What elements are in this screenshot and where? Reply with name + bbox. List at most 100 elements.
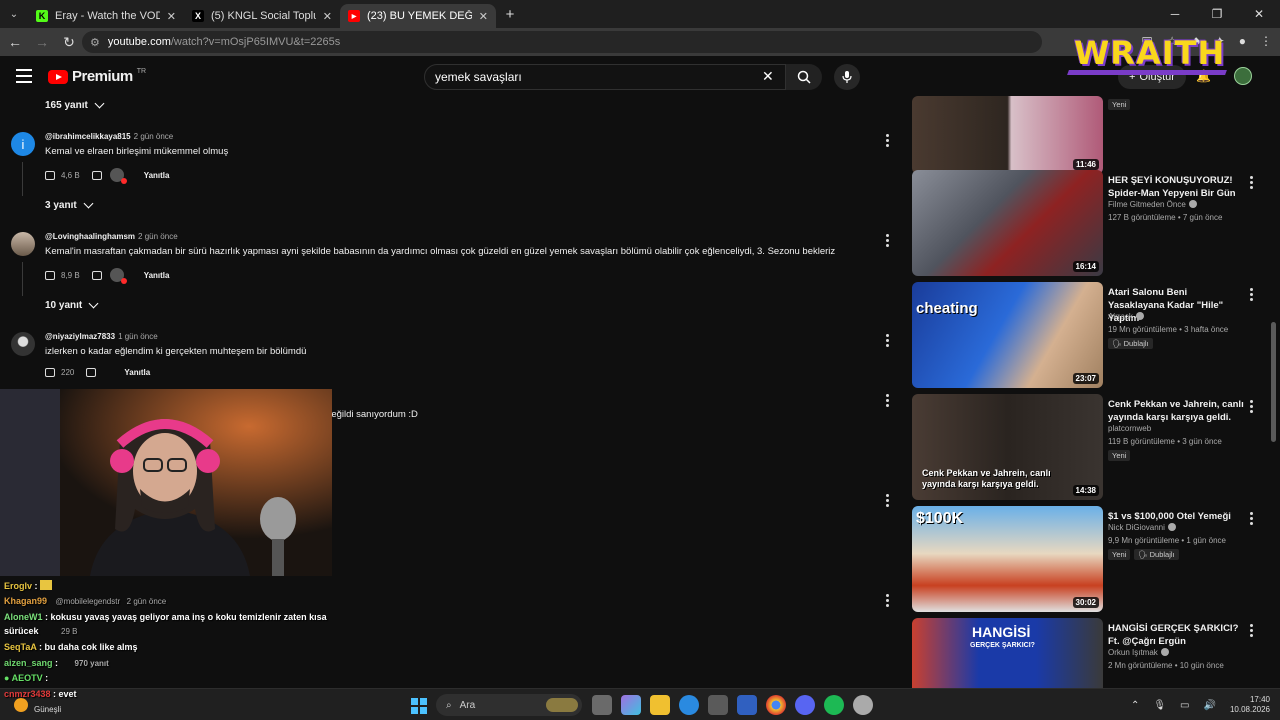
replies-toggle[interactable]: 165 yanıt bbox=[45, 98, 105, 111]
search-button[interactable] bbox=[786, 64, 822, 90]
search-input[interactable]: yemek savaşları bbox=[424, 64, 786, 90]
comment-menu-icon[interactable] bbox=[886, 134, 890, 149]
url-field[interactable]: ⚙ youtube.com/watch?v=mOsjP65IMVU&t=2265… bbox=[82, 31, 1042, 53]
tab-close-icon[interactable]: ✕ bbox=[323, 10, 332, 23]
comment-author[interactable]: @niyaziylmaz7833 bbox=[45, 332, 115, 341]
comment-menu-icon[interactable] bbox=[886, 334, 890, 349]
tab-close-icon[interactable]: ✕ bbox=[479, 10, 488, 23]
browser-tab[interactable]: K Eray - Watch the VOD on Kick ✕ bbox=[28, 4, 184, 28]
commenter-avatar[interactable]: i bbox=[11, 132, 35, 156]
comment-menu-icon[interactable] bbox=[886, 594, 889, 609]
browser-tab-active[interactable]: ▶ (23) BU YEMEK DEĞİL ADETA ŞÖ ✕ bbox=[340, 4, 496, 28]
youtube-play-icon bbox=[48, 69, 68, 84]
youtube-premium-logo[interactable]: Premium TR bbox=[48, 68, 146, 85]
comment-menu-icon[interactable] bbox=[886, 234, 890, 249]
reply-button[interactable]: Yanıtla bbox=[144, 271, 170, 280]
voice-search-button[interactable] bbox=[834, 64, 860, 90]
chat-user: cnmzr3438 bbox=[4, 689, 51, 699]
file-explorer-icon[interactable] bbox=[650, 695, 670, 715]
like-icon[interactable] bbox=[45, 170, 55, 180]
tab-title: Eray - Watch the VOD on Kick bbox=[55, 10, 160, 22]
replies-toggle[interactable]: 3 yanıt bbox=[45, 198, 94, 211]
reply-button[interactable]: Yanıtla bbox=[124, 368, 150, 377]
dislike-icon[interactable] bbox=[86, 368, 97, 377]
task-view-icon[interactable] bbox=[592, 695, 612, 715]
mail-icon[interactable] bbox=[737, 695, 757, 715]
microphone-tray-icon[interactable]: 🎙 bbox=[1153, 700, 1166, 711]
spotify-icon[interactable] bbox=[824, 695, 844, 715]
back-icon[interactable]: ← bbox=[3, 34, 27, 50]
hidden-comment-time: 2 gün önce bbox=[126, 597, 167, 606]
like-icon[interactable] bbox=[45, 270, 55, 280]
video-thumbnail[interactable]: Cenk Pekkan ve Jahrein, canlı yayında ka… bbox=[912, 394, 1103, 500]
like-icon[interactable] bbox=[45, 368, 55, 377]
tab-search-chevron-icon[interactable]: ⌄ bbox=[0, 0, 28, 28]
dislike-icon[interactable] bbox=[91, 170, 102, 180]
chrome-icon[interactable] bbox=[766, 695, 786, 715]
video-title[interactable]: HER ŞEYİ KONUŞUYORUZ! Spider-Man Yepyeni… bbox=[1108, 174, 1244, 200]
video-menu-icon[interactable] bbox=[1250, 400, 1253, 415]
comment-time[interactable]: 2 gün önce bbox=[134, 132, 174, 141]
maximize-icon[interactable]: ❐ bbox=[1196, 0, 1238, 28]
profile-icon[interactable]: ● bbox=[1239, 34, 1246, 48]
video-title[interactable]: HANGİSİ GERÇEK ŞARKICI? Ft. @Çağrı Ergün bbox=[1108, 622, 1244, 648]
account-avatar[interactable] bbox=[1234, 67, 1252, 85]
discord-icon[interactable] bbox=[795, 695, 815, 715]
channel-name[interactable]: platcornweb bbox=[1108, 424, 1151, 433]
chevron-down-icon bbox=[83, 198, 94, 209]
channel-name: Nick DiGiovanni bbox=[1108, 523, 1165, 532]
windows-start-icon[interactable] bbox=[411, 698, 427, 714]
clear-search-icon[interactable]: ✕ bbox=[762, 68, 774, 85]
comment-time[interactable]: 1 gün önce bbox=[118, 332, 158, 341]
commenter-avatar[interactable] bbox=[11, 232, 35, 256]
tray-chevron-icon[interactable]: ⌃ bbox=[1131, 700, 1139, 711]
more-menu-icon[interactable]: ⋮ bbox=[1260, 34, 1272, 48]
video-title[interactable]: $1 vs $100,000 Otel Yemeği bbox=[1108, 510, 1244, 523]
video-thumbnail[interactable]: HANGİSİ GERÇEK ŞARKICI? bbox=[912, 618, 1103, 688]
forward-icon[interactable]: → bbox=[30, 34, 54, 50]
store-icon[interactable] bbox=[708, 695, 728, 715]
dislike-icon[interactable] bbox=[91, 270, 102, 280]
video-thumbnail[interactable]: $100K 30:02 bbox=[912, 506, 1103, 612]
edge-icon[interactable] bbox=[679, 695, 699, 715]
taskbar-search[interactable]: ⌕ Ara bbox=[436, 694, 582, 716]
comment-author[interactable]: @Lovinghaalinghamsm bbox=[45, 232, 135, 241]
verified-icon bbox=[1160, 648, 1169, 656]
commenter-avatar[interactable] bbox=[11, 332, 35, 356]
video-menu-icon[interactable] bbox=[1250, 624, 1253, 639]
reply-button[interactable]: Yanıtla bbox=[144, 171, 170, 180]
replies-toggle[interactable]: 10 yanıt bbox=[45, 298, 99, 311]
dubbed-badge: 🗣 Dublajlı bbox=[1134, 549, 1179, 560]
video-menu-icon[interactable] bbox=[1250, 512, 1253, 527]
video-thumbnail[interactable]: 16:14 bbox=[912, 170, 1103, 276]
taskbar-search-label: Ara bbox=[459, 699, 476, 711]
comment-menu-icon[interactable] bbox=[886, 494, 889, 509]
minimize-icon[interactable]: ─ bbox=[1154, 0, 1196, 28]
network-icon[interactable]: ▭ bbox=[1180, 700, 1189, 711]
hamburger-menu-icon[interactable] bbox=[16, 69, 32, 83]
video-thumbnail[interactable]: cheating 23:07 bbox=[912, 282, 1103, 388]
clock[interactable]: 17:40 10.08.2026 bbox=[1230, 695, 1270, 715]
video-menu-icon[interactable] bbox=[1250, 176, 1253, 191]
comment-menu-icon[interactable] bbox=[886, 394, 889, 409]
channel-name-row[interactable]: Airrack bbox=[1108, 312, 1144, 321]
video-menu-icon[interactable] bbox=[1250, 288, 1253, 303]
video-thumbnail[interactable]: 11:46 bbox=[912, 96, 1103, 174]
page-scrollbar[interactable] bbox=[1271, 322, 1276, 442]
tab-close-icon[interactable]: ✕ bbox=[167, 10, 176, 23]
steam-icon[interactable] bbox=[853, 695, 873, 715]
channel-name-row[interactable]: Nick DiGiovanni bbox=[1108, 523, 1176, 532]
video-title[interactable]: Cenk Pekkan ve Jahrein, canlı yayında ka… bbox=[1108, 398, 1244, 424]
reload-icon[interactable]: ↻ bbox=[57, 34, 81, 51]
close-window-icon[interactable]: ✕ bbox=[1238, 0, 1280, 28]
copilot-icon[interactable] bbox=[621, 695, 641, 715]
comment-author[interactable]: @ibrahimcelikkaya815 bbox=[45, 132, 131, 141]
site-info-icon[interactable]: ⚙ bbox=[90, 36, 100, 49]
browser-tab[interactable]: X (5) KNGL Social Topluluk / X ✕ bbox=[184, 4, 340, 28]
volume-icon[interactable]: 🔊 bbox=[1204, 700, 1216, 711]
channel-name-row[interactable]: Orkun Işıtmak bbox=[1108, 648, 1169, 657]
chat-user: AEOTV bbox=[11, 673, 43, 683]
new-tab-icon[interactable]: + bbox=[496, 6, 524, 23]
comment-time[interactable]: 2 gün önce bbox=[138, 232, 178, 241]
channel-name-row[interactable]: Filme Gitmeden Önce bbox=[1108, 200, 1197, 209]
